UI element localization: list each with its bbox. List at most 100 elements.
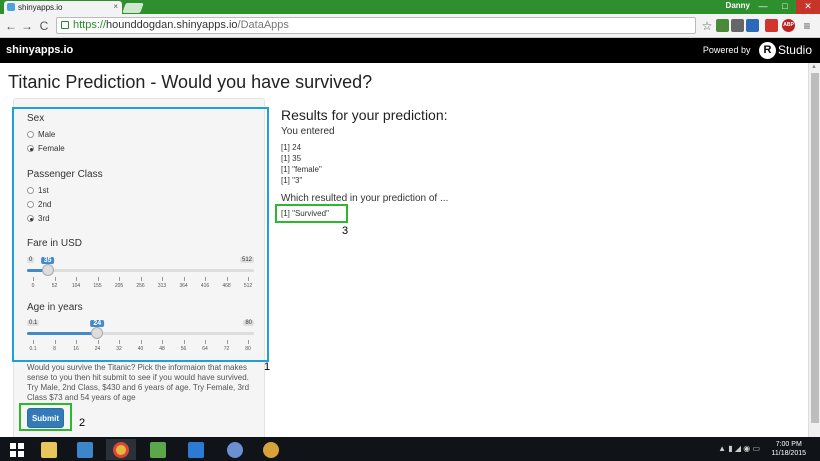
submit-button[interactable]: Submit — [27, 408, 64, 428]
slider-min-label: 0 — [27, 257, 35, 263]
minimize-button[interactable]: — — [752, 0, 774, 14]
paint-icon — [263, 441, 279, 458]
tab-close-icon[interactable]: × — [113, 2, 118, 11]
slider-tick-label: 104 — [71, 283, 81, 289]
radio-button[interactable] — [27, 131, 34, 139]
browser-tab[interactable]: shinyapps.io × — [4, 1, 122, 14]
clock-date: 11/18/2015 — [771, 450, 806, 457]
results-title: Results for your prediction: — [281, 107, 448, 123]
slider-ticks — [27, 340, 254, 344]
sex-radio-female[interactable]: Female — [27, 144, 65, 153]
powered-by-rstudio[interactable]: Powered by R Studio — [703, 41, 812, 60]
slider-fill — [27, 332, 98, 335]
slider-tick-label: 205 — [114, 283, 124, 289]
extension-gray-icon[interactable] — [731, 19, 744, 32]
taskbar-paint[interactable] — [256, 439, 286, 460]
taskbar-app-green[interactable] — [143, 439, 173, 460]
slider-min-label: 0.1 — [27, 320, 40, 326]
slider-tick-label: 40 — [137, 346, 144, 352]
entered-age-output: [1] 24 — [281, 143, 302, 152]
class-radio-3rd[interactable]: 3rd — [27, 214, 50, 223]
slider-tick-label: 64 — [202, 346, 208, 352]
which-resulted-text: Which resulted in your prediction of ... — [281, 193, 449, 204]
page-scrollbar[interactable]: ▲ — [808, 63, 820, 437]
slider-tick — [119, 277, 120, 281]
slider-tick — [226, 340, 228, 344]
chrome-icon — [113, 441, 129, 458]
taskbar-visual-studio[interactable] — [181, 439, 211, 460]
slider-tick — [119, 340, 120, 344]
slider-tick-label: 52 — [51, 283, 58, 289]
folder-icon — [41, 441, 57, 458]
slider-tick-label: 256 — [136, 283, 145, 289]
forward-button[interactable]: → — [20, 18, 34, 34]
extension-green-icon[interactable] — [716, 19, 729, 32]
taskbar-chrome[interactable] — [106, 439, 136, 460]
slider-max-label: 512 — [239, 257, 254, 263]
system-tray-icons[interactable]: ▲ ▮ ◢ ◉ ▭ — [718, 444, 760, 453]
slider-tick — [54, 340, 56, 344]
taskbar-r[interactable] — [220, 439, 250, 460]
extension-red-icon[interactable] — [765, 19, 778, 32]
reload-button[interactable]: C — [37, 18, 51, 34]
taskbar-onedrive[interactable] — [70, 439, 100, 460]
class-radio-1st[interactable]: 1st — [27, 186, 49, 195]
clock-time: 7:00 PM — [775, 441, 802, 448]
powered-by-text: Powered by — [702, 45, 751, 55]
slider-tick-label: 8 — [53, 346, 56, 352]
back-button[interactable]: ← — [4, 18, 18, 34]
slider-tick-label: 0 — [31, 283, 35, 289]
slider-handle[interactable] — [91, 327, 104, 339]
radio-label: 2nd — [38, 200, 52, 209]
app-page: Titanic Prediction - Would you have surv… — [0, 63, 808, 437]
maximize-button[interactable]: □ — [774, 0, 796, 14]
start-button[interactable] — [2, 439, 32, 460]
new-tab-button[interactable] — [122, 3, 144, 13]
slider-tick — [248, 277, 249, 281]
slider-tick — [162, 340, 163, 344]
bookmark-star-icon[interactable]: ☆ — [700, 18, 714, 34]
slider-tick — [97, 340, 99, 344]
studio-text: Studio — [777, 43, 812, 58]
entered-class-output: [1] "3" — [281, 176, 303, 185]
browser-titlebar: shinyapps.io × Danny — □ ✕ — [0, 0, 820, 14]
slider-tick-label: 313 — [157, 283, 167, 289]
browser-menu-icon[interactable]: ≡ — [800, 18, 814, 34]
profile-name[interactable]: Danny — [726, 1, 750, 10]
slider-tick — [248, 340, 249, 344]
radio-button[interactable] — [27, 201, 34, 209]
shinyapps-header: shinyapps.io Powered by R Studio — [0, 38, 820, 63]
class-radio-2nd[interactable]: 2nd — [27, 200, 51, 209]
fare-slider[interactable]: 0 512 35 0 52 104 155 205 256 313 364 416 468 512 — [27, 257, 254, 297]
url-path: /DataApps — [237, 19, 289, 31]
age-label: Age in years — [27, 302, 83, 313]
slider-tick-label: 416 — [200, 283, 210, 289]
you-entered-text: You entered — [281, 126, 335, 137]
taskbar-clock[interactable]: 7:00 PM 11/18/2015 — [771, 440, 806, 458]
scroll-up-arrow-icon[interactable]: ▲ — [811, 64, 817, 70]
extension-blue-icon[interactable] — [746, 19, 759, 32]
adblock-plus-icon[interactable]: ABP — [782, 19, 795, 32]
slider-tick-label: 364 — [179, 283, 188, 289]
slider-tick — [226, 277, 228, 281]
slider-handle[interactable] — [41, 264, 54, 276]
address-bar[interactable]: https://hounddogdan.shinyapps.io/DataApp… — [56, 17, 696, 34]
slider-ticks — [27, 277, 254, 281]
sex-label: Sex — [27, 113, 45, 124]
radio-button[interactable] — [27, 187, 34, 195]
radio-button-selected[interactable] — [27, 145, 34, 153]
radio-button-selected[interactable] — [27, 215, 34, 223]
age-slider[interactable]: 0.1 80 24 0.1 8 16 24 32 40 48 56 64 72 80 — [27, 320, 254, 360]
slider-track[interactable] — [27, 269, 254, 272]
taskbar-file-explorer[interactable] — [34, 439, 64, 460]
sex-radio-male[interactable]: Male — [27, 130, 55, 139]
slider-tick-labels: 0 52 104 155 205 256 313 364 416 468 512 — [27, 283, 254, 291]
shinyapps-brand[interactable]: shinyapps.io — [6, 44, 73, 56]
slider-tick — [140, 340, 142, 344]
scrollbar-thumb[interactable] — [811, 73, 819, 423]
url-host: hounddogdan.shinyapps.io — [106, 19, 238, 31]
slider-tick — [76, 340, 77, 344]
slider-max-label: 80 — [243, 320, 254, 326]
slider-tick — [162, 277, 163, 281]
close-window-button[interactable]: ✕ — [796, 0, 820, 14]
